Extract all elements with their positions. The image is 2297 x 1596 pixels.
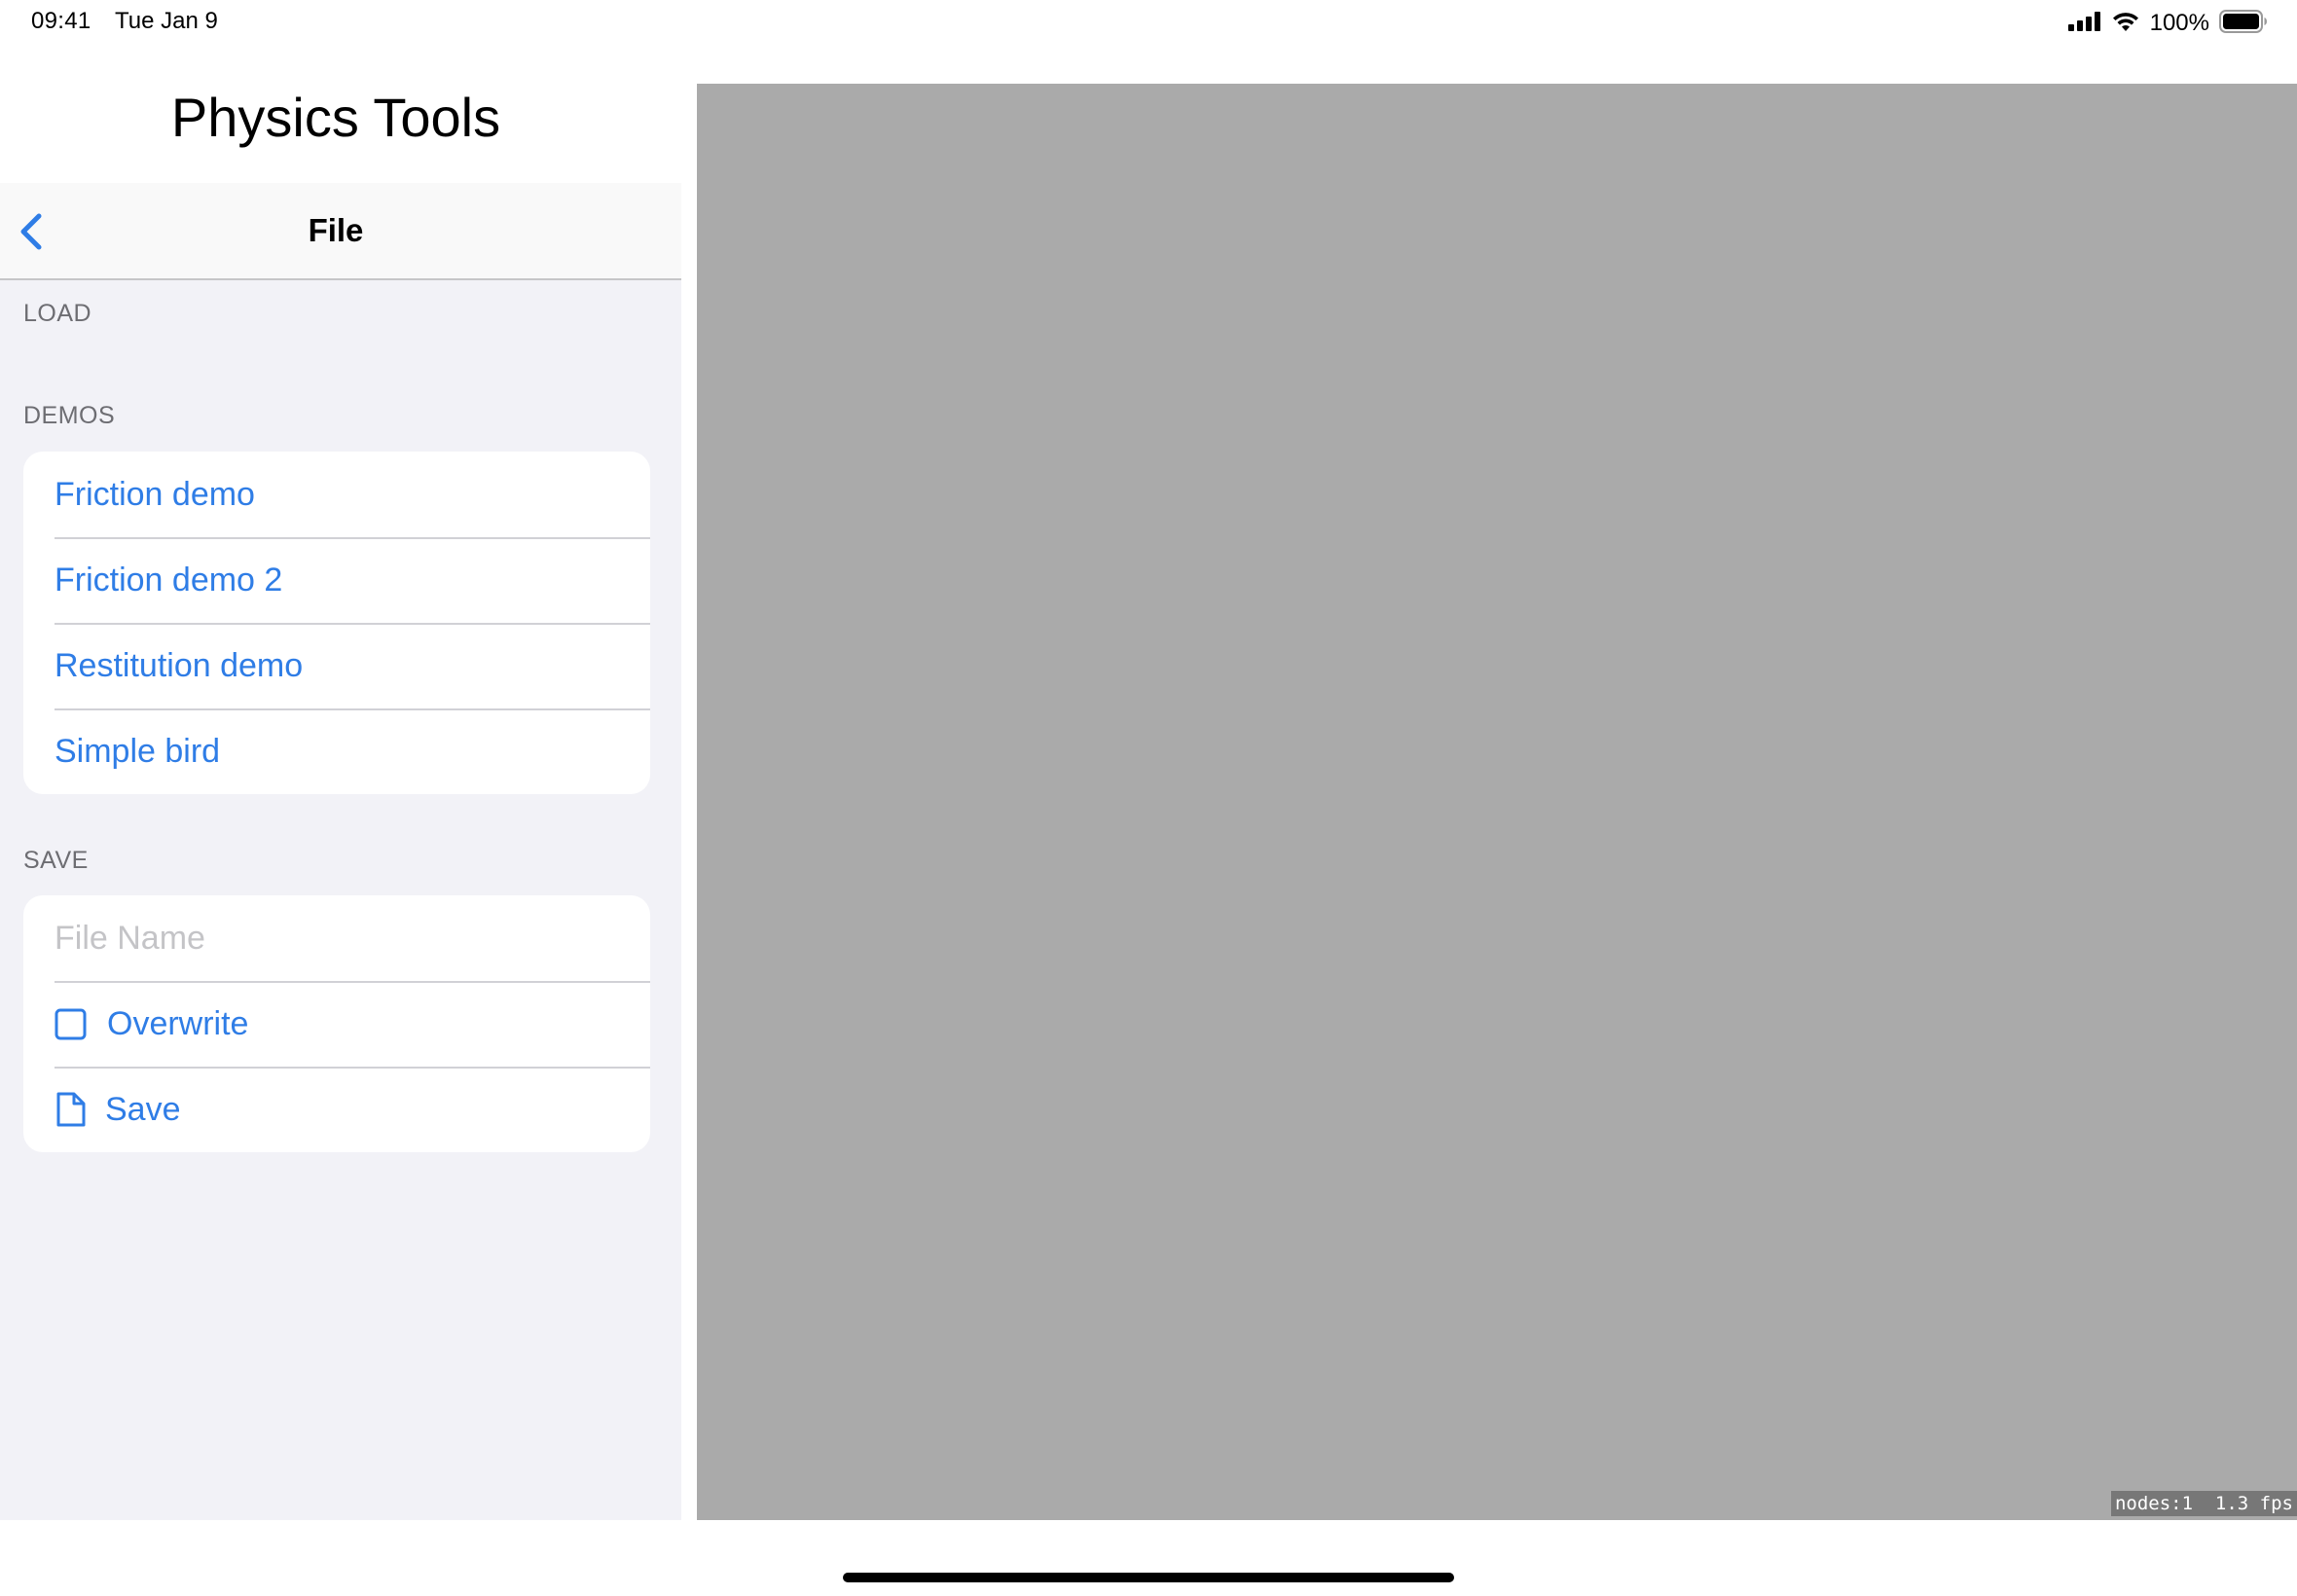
home-indicator[interactable] (843, 1573, 1454, 1582)
overwrite-label: Overwrite (107, 1004, 249, 1042)
battery-icon (2219, 9, 2268, 38)
overwrite-toggle[interactable]: Overwrite (23, 981, 650, 1067)
demo-label: Restitution demo (55, 646, 304, 684)
demo-item-friction[interactable]: Friction demo (23, 452, 650, 537)
checkbox-icon (55, 1005, 88, 1042)
simulation-view[interactable]: nodes:1 1.3 fps (697, 84, 2297, 1520)
sidebar: Physics Tools File LOAD DEMOS Friction d… (0, 0, 681, 1520)
demo-label: Simple bird (55, 732, 221, 770)
demo-item-friction-2[interactable]: Friction demo 2 (23, 537, 650, 623)
scene-stats-label: nodes:1 1.3 fps (2110, 1491, 2297, 1516)
battery-percentage: 100% (2149, 10, 2209, 36)
file-name-input[interactable] (55, 919, 600, 958)
section-header-load: LOAD (23, 300, 92, 327)
demo-label: Friction demo (55, 475, 255, 513)
file-name-row (23, 895, 650, 981)
demo-item-restitution[interactable]: Restitution demo (23, 623, 650, 708)
section-header-demos: DEMOS (23, 402, 116, 429)
save-label: Save (105, 1090, 181, 1128)
demo-label: Friction demo 2 (55, 561, 283, 598)
demos-list: Friction demo Friction demo 2 Restitutio… (23, 452, 650, 794)
save-button[interactable]: Save (23, 1067, 650, 1152)
status-indicators: 100% (2067, 8, 2268, 39)
demo-item-simple-bird[interactable]: Simple bird (23, 708, 650, 794)
wifi-icon (2111, 11, 2140, 37)
document-icon (55, 1091, 88, 1128)
signal-icon (2067, 11, 2101, 36)
navigation-bar: File (0, 183, 681, 280)
app-title: Physics Tools (170, 87, 501, 148)
section-header-save: SAVE (23, 847, 89, 874)
save-group: Overwrite Save (23, 895, 650, 1152)
nav-title: File (308, 212, 364, 248)
file-menu-list: LOAD DEMOS Friction demo Friction demo 2… (0, 280, 681, 1520)
